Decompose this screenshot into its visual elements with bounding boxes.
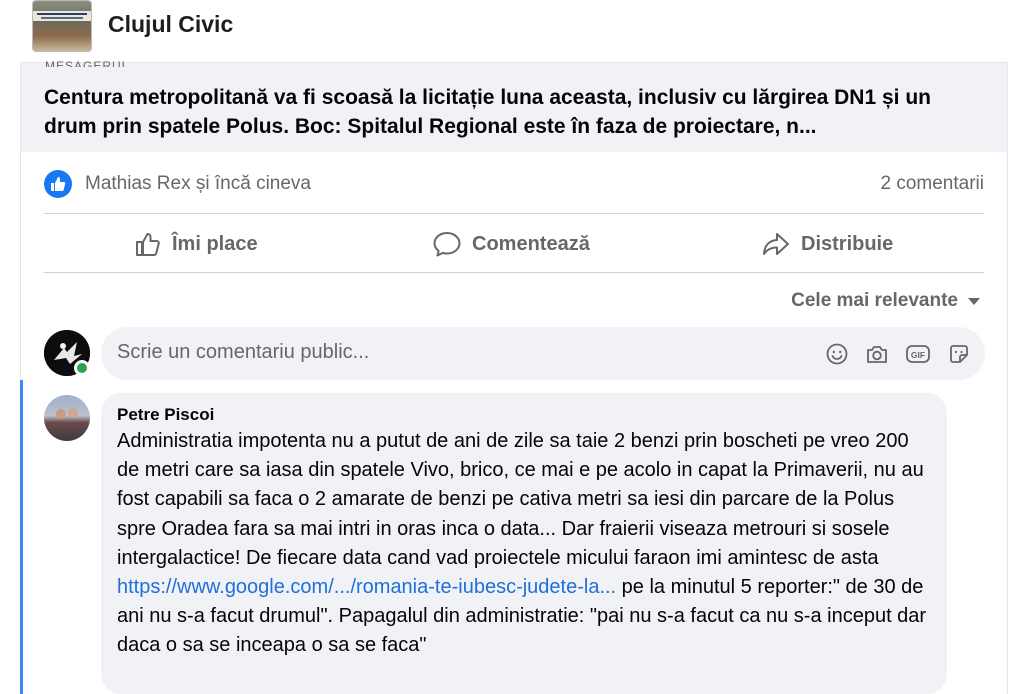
commenter-avatar[interactable]: [44, 395, 90, 441]
page-header: Clujul Civic: [0, 0, 1024, 62]
share-button[interactable]: Distribuie: [761, 226, 893, 262]
link-preview-card[interactable]: MESAGERUL Centura metropolitană va fi sc…: [20, 59, 1008, 152]
comment-icon: [433, 232, 461, 257]
share-icon: [763, 233, 789, 255]
divider: [44, 272, 984, 273]
like-label: Îmi place: [172, 232, 258, 255]
gif-icon[interactable]: GIF: [905, 341, 931, 367]
divider: [44, 213, 984, 214]
comment-button[interactable]: Comentează: [432, 226, 590, 262]
comment-thread-indicator: [20, 380, 23, 694]
camera-icon[interactable]: [864, 341, 890, 367]
comment-sort-dropdown[interactable]: Cele mai relevante: [791, 290, 980, 312]
comment-author[interactable]: Petre Piscoi: [117, 405, 214, 425]
page-avatar[interactable]: [32, 0, 92, 52]
reaction-names[interactable]: Mathias Rex și încă cineva: [85, 173, 311, 195]
comment-input[interactable]: [117, 341, 717, 364]
emoji-icon[interactable]: [824, 341, 850, 367]
page-name[interactable]: Clujul Civic: [108, 11, 233, 38]
comment-bubble: Petre Piscoi Administratia impotenta nu …: [101, 393, 947, 694]
share-label: Distribuie: [801, 232, 894, 255]
comment-composer[interactable]: GIF: [101, 327, 985, 380]
like-button[interactable]: Îmi place: [134, 226, 258, 262]
thumbs-up-icon: [136, 233, 160, 256]
svg-text:GIF: GIF: [911, 350, 925, 360]
sort-label: Cele mai relevante: [791, 290, 958, 311]
link-title[interactable]: Centura metropolitană va fi scoasă la li…: [44, 83, 984, 141]
comment-text: Administratia impotenta nu a putut de an…: [117, 427, 935, 661]
comment-label: Comentează: [472, 232, 590, 255]
comment-count[interactable]: 2 comentarii: [881, 173, 985, 195]
sticker-icon[interactable]: [946, 341, 972, 367]
caret-down-icon: [968, 297, 980, 305]
link-domain: MESAGERUL: [45, 59, 130, 67]
comment-text-part: Administratia impotenta nu a putut de an…: [117, 430, 924, 569]
like-badge-icon: [44, 170, 72, 198]
comment-link[interactable]: https://www.google.com/.../romania-te-iu…: [117, 576, 616, 598]
online-status-dot: [74, 360, 90, 376]
